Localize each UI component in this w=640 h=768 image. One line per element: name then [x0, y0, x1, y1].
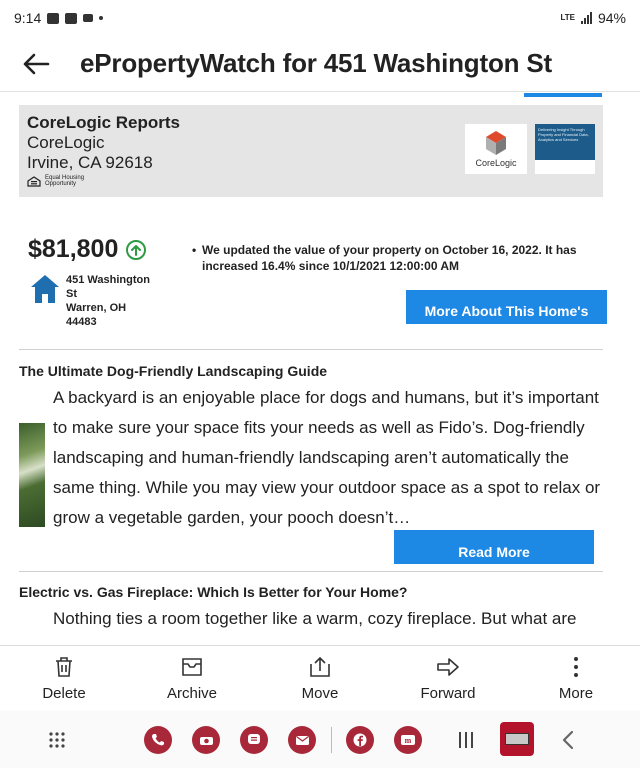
more-notifications-dot-icon — [99, 16, 104, 20]
archive-icon — [182, 658, 202, 676]
forward-button[interactable]: Forward — [384, 646, 512, 711]
address-line-1: 451 Washington — [66, 274, 150, 286]
arrow-up-icon — [126, 239, 147, 260]
corelogic-cube-icon — [486, 131, 506, 155]
email-app-icon[interactable] — [288, 726, 316, 754]
address-line-4: 44483 — [66, 316, 97, 328]
more-label: More — [558, 685, 594, 702]
archive-label: Archive — [166, 685, 218, 702]
mail-notification-icon — [83, 14, 94, 22]
property-value-row: $81,800 — [28, 235, 147, 264]
more-about-home-button[interactable]: More About This Home's — [406, 290, 607, 324]
more-vertical-icon — [574, 657, 578, 677]
article-body: A backyard is an enjoyable place for dog… — [53, 388, 601, 527]
address-line-2: St — [66, 288, 77, 300]
corelogic-banner-text: Delivering Insight Through Property and … — [538, 127, 589, 142]
forward-icon — [437, 658, 459, 676]
app-header: ePropertyWatch for 451 Washington St — [0, 36, 640, 92]
more-button[interactable]: More — [512, 646, 640, 711]
eho-line-2: Opportunity — [45, 181, 77, 187]
message-notification-icon — [47, 12, 60, 24]
chat-notification-icon — [65, 12, 78, 24]
property-value: $81,800 — [28, 235, 119, 263]
divider — [19, 571, 603, 572]
signal-icon — [580, 12, 592, 24]
move-button[interactable]: Move — [256, 646, 384, 711]
team-logo-icon[interactable] — [500, 722, 534, 756]
app-drawer-icon[interactable] — [48, 731, 66, 749]
archive-button[interactable]: Archive — [128, 646, 256, 711]
taskbar-divider — [331, 727, 332, 753]
action-bar: Delete Archive Move Forward More — [0, 645, 640, 711]
article-body: Nothing ties a room together like a warm… — [53, 609, 577, 628]
back-nav-icon[interactable] — [560, 730, 576, 750]
email-body[interactable]: CoreLogic Reports CoreLogic Irvine, CA 9… — [0, 93, 640, 645]
back-button[interactable] — [16, 44, 56, 84]
status-time: 9:14 — [14, 10, 42, 26]
corelogic-header: CoreLogic Reports CoreLogic Irvine, CA 9… — [19, 105, 603, 197]
battery-level: 94% — [597, 10, 626, 26]
delete-label: Delete — [42, 685, 86, 702]
bullet-icon: • — [192, 243, 197, 257]
trash-icon — [56, 657, 72, 677]
svg-text:m: m — [405, 736, 412, 745]
corelogic-banner[interactable]: Delivering Insight Through Property and … — [535, 124, 595, 174]
house-icon — [31, 275, 59, 303]
forward-label: Forward — [420, 685, 476, 702]
move-label: Move — [301, 685, 339, 702]
page-title: ePropertyWatch for 451 Washington St — [80, 48, 552, 78]
status-left: 9:14 — [14, 10, 104, 26]
phone-app-icon[interactable] — [144, 726, 172, 754]
update-note-text: We updated the value of your property on… — [202, 243, 577, 273]
article-thumbnail[interactable] — [19, 423, 45, 527]
facebook-app-icon[interactable] — [346, 726, 374, 754]
read-more-button[interactable]: Read More — [394, 530, 594, 564]
corelogic-banner-footer — [535, 160, 595, 174]
update-note: • We updated the value of your property … — [192, 242, 592, 274]
arrow-left-icon — [23, 53, 50, 74]
network-type: LTE — [560, 13, 575, 22]
status-bar: 9:14 LTE 94% — [0, 0, 640, 36]
divider — [19, 349, 603, 350]
status-right: LTE 94% — [560, 10, 626, 26]
address-line-3: Warren, OH — [66, 302, 127, 314]
corelogic-logo[interactable]: CoreLogic — [465, 124, 527, 174]
camera-app-icon[interactable] — [192, 726, 220, 754]
mobile-app-icon[interactable]: m — [394, 726, 422, 754]
clipped-button — [524, 93, 602, 97]
recent-apps-icon[interactable] — [456, 730, 476, 750]
property-address: 451 Washington St Warren, OH 44483 — [30, 273, 162, 329]
equal-housing-logo: Equal Housing Opportunity — [27, 175, 595, 187]
messages-app-icon[interactable] — [240, 726, 268, 754]
article-title[interactable]: Electric vs. Gas Fireplace: Which Is Bet… — [19, 584, 408, 600]
delete-button[interactable]: Delete — [0, 646, 128, 711]
equal-housing-icon — [27, 175, 41, 187]
corelogic-logo-text: CoreLogic — [475, 158, 517, 168]
move-icon — [310, 656, 330, 677]
system-nav-bar — [0, 711, 640, 768]
clipped-content — [20, 93, 220, 95]
article-title[interactable]: The Ultimate Dog-Friendly Landscaping Gu… — [19, 363, 327, 379]
address-text: 451 Washington St Warren, OH 44483 — [66, 273, 162, 329]
